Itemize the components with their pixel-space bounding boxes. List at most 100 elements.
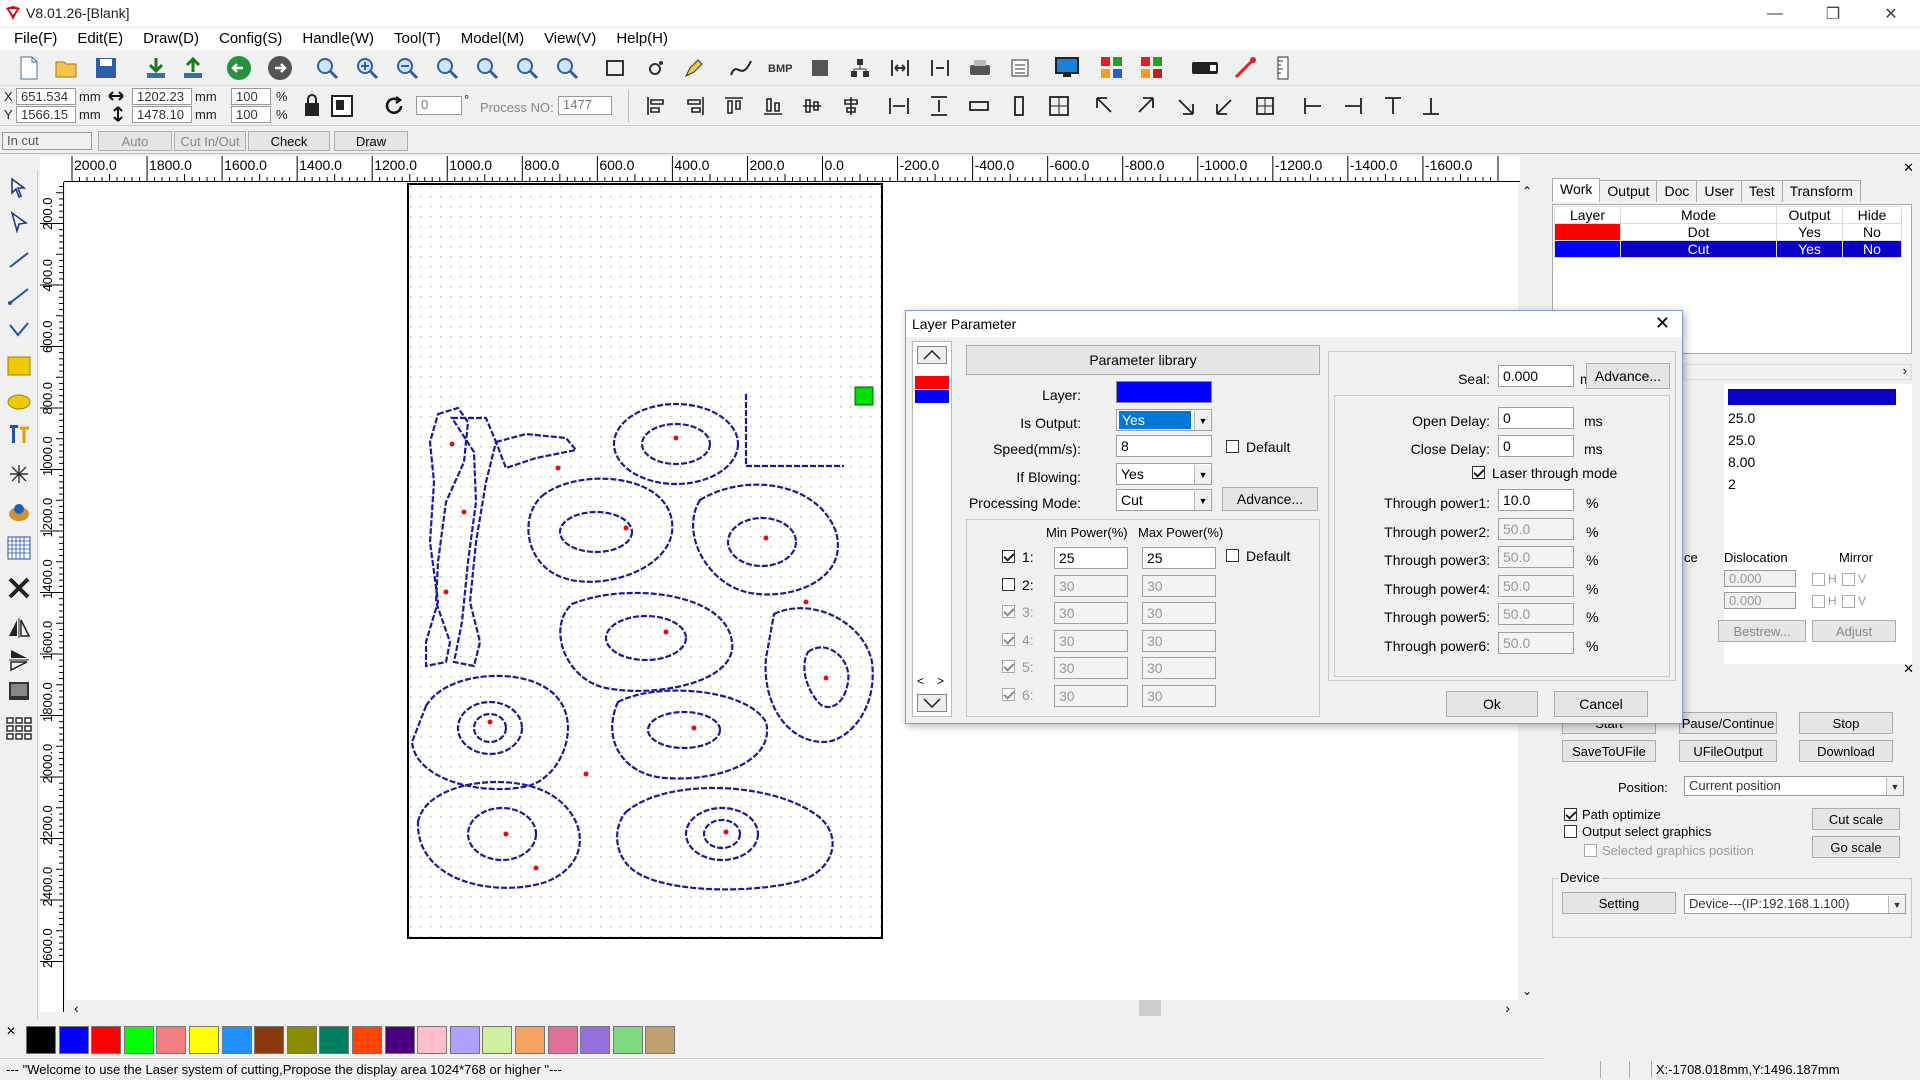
mirror-v2-checkbox[interactable] (1842, 595, 1855, 608)
layer-next-icon[interactable]: > (937, 674, 944, 688)
palette-swatch[interactable] (286, 1026, 317, 1054)
chevron-down-icon[interactable]: ▼ (1194, 491, 1211, 510)
layer-up-icon[interactable] (917, 346, 947, 364)
bitmap-icon[interactable]: BMP (765, 54, 795, 82)
restore-icon[interactable]: ❐ (1804, 0, 1862, 28)
polyline-tool-icon[interactable] (5, 282, 33, 310)
width-percent-input[interactable]: 100 (231, 88, 271, 105)
power-3-min-input[interactable]: 30 (1054, 602, 1128, 624)
path-optimize-checkbox[interactable] (1564, 808, 1577, 821)
position-select[interactable]: Current position ▼ (1684, 776, 1904, 796)
align-top-icon[interactable] (723, 95, 745, 117)
through-power-5-input[interactable]: 50.0 (1498, 603, 1574, 626)
mirror-h-icon[interactable] (5, 614, 33, 642)
mirror-h-checkbox[interactable] (1812, 573, 1825, 586)
is-output-select[interactable]: Yes ▼ (1116, 409, 1212, 431)
menu-config[interactable]: Config(S) (209, 28, 292, 50)
array-tool-icon[interactable] (5, 714, 33, 742)
export-icon[interactable] (178, 54, 208, 82)
through-power-2-input[interactable]: 50.0 (1498, 517, 1574, 540)
power-4-checkbox[interactable] (1002, 632, 1015, 646)
dislocation-x-input[interactable]: 0.000 (1724, 570, 1796, 587)
power-2-min-input[interactable]: 30 (1054, 574, 1128, 597)
height-percent-input[interactable]: 100 (231, 106, 271, 123)
palette-swatch[interactable] (612, 1026, 643, 1054)
check-button[interactable]: Check (248, 131, 330, 151)
fill-icon[interactable] (805, 54, 835, 82)
chevron-down-icon[interactable]: ▼ (1194, 411, 1211, 430)
mirror-v-checkbox[interactable] (1842, 573, 1855, 586)
auto-button[interactable]: Auto (98, 131, 172, 151)
text-tool-icon[interactable] (5, 420, 33, 448)
palette-swatch[interactable] (156, 1026, 187, 1054)
mirror-v-icon[interactable] (5, 646, 33, 674)
x-position-input[interactable]: 651.534 (16, 88, 76, 105)
chevron-down-icon[interactable]: ▼ (1888, 896, 1905, 913)
align-vcenter-icon[interactable] (840, 95, 862, 117)
move-top-right-icon[interactable] (1134, 95, 1156, 117)
move-left-icon[interactable] (1302, 95, 1324, 117)
seal-advance-button[interactable]: Advance... (1586, 363, 1670, 389)
align-bottom-icon[interactable] (762, 95, 784, 117)
zoom-page-icon[interactable] (472, 54, 502, 82)
zoom-all-icon[interactable] (512, 54, 542, 82)
same-size-icon[interactable] (1048, 95, 1070, 117)
frame-icon[interactable] (600, 54, 630, 82)
setting-button[interactable]: Setting (1562, 892, 1676, 914)
power-1-max-input[interactable]: 25 (1142, 547, 1216, 569)
power-1-min-input[interactable]: 25 (1054, 547, 1128, 569)
layer-table[interactable]: Layer Mode Output Hide Dot Yes No Cut Ye… (1554, 206, 1902, 258)
cut-inout-button[interactable]: Cut In/Out (174, 131, 246, 151)
power-4-max-input[interactable]: 30 (1142, 629, 1216, 652)
table-row[interactable]: Cut Yes No (1554, 240, 1902, 258)
palette-swatch[interactable] (547, 1026, 578, 1054)
spacing-icon[interactable] (885, 54, 915, 82)
palette-swatch[interactable] (352, 1026, 382, 1054)
menu-draw[interactable]: Draw(D) (133, 28, 209, 50)
dislocation-y-input[interactable]: 0.000 (1724, 592, 1796, 609)
adjust-button[interactable]: Adjust (1812, 620, 1896, 642)
stop-button[interactable]: Stop (1799, 712, 1893, 734)
menu-handle[interactable]: Handle(W) (292, 28, 384, 50)
draw-button[interactable]: Draw (334, 131, 408, 151)
width-icon[interactable] (925, 54, 955, 82)
cut-mode-select[interactable]: In cut (2, 132, 92, 150)
tab-test[interactable]: Test (1740, 180, 1783, 202)
mode-advance-button[interactable]: Advance... (1222, 487, 1318, 511)
group-icon[interactable] (845, 54, 875, 82)
save-to-file-button[interactable]: SaveToUFile (1562, 740, 1656, 762)
move-bottom-left-icon[interactable] (1214, 95, 1236, 117)
curve-icon[interactable] (726, 54, 756, 82)
undo-icon[interactable] (224, 54, 254, 82)
palette-swatch[interactable] (449, 1026, 480, 1054)
layer-hide[interactable]: No (1842, 240, 1902, 258)
speed-default-checkbox[interactable] (1226, 440, 1239, 453)
power-6-max-input[interactable]: 30 (1142, 684, 1216, 707)
delete-tool-icon[interactable] (5, 574, 33, 602)
layer-hide[interactable]: No (1842, 223, 1902, 241)
node-select-icon[interactable] (5, 208, 33, 236)
rotate-angle-input[interactable]: 0 (416, 96, 462, 115)
panel2-close-icon[interactable]: ✕ (1903, 661, 1914, 677)
chevron-down-icon[interactable]: ▼ (1194, 465, 1211, 484)
move-bottom-right-icon[interactable] (1174, 95, 1196, 117)
output-select-checkbox[interactable] (1564, 825, 1577, 838)
zoom-plus-icon[interactable] (352, 54, 382, 82)
height-input[interactable]: 1478.10 (132, 106, 192, 123)
through-power-1-input[interactable]: 10.0 (1498, 489, 1574, 511)
parameter-library-button[interactable]: Parameter library (966, 345, 1320, 375)
import-icon[interactable] (141, 54, 171, 82)
go-scale-button[interactable]: Go scale (1812, 836, 1900, 858)
device-select[interactable]: Device---(IP:192.168.1.100) ▼ (1684, 894, 1906, 914)
power-5-checkbox[interactable] (1002, 660, 1015, 673)
tab-work[interactable]: Work (1552, 178, 1601, 202)
palette-swatch[interactable] (580, 1026, 611, 1054)
zoom-in-icon[interactable] (312, 54, 342, 82)
processing-mode-select[interactable]: Cut ▼ (1116, 489, 1212, 511)
ufile-output-button[interactable]: UFileOutput (1679, 740, 1777, 762)
zoom-window-icon[interactable] (432, 54, 462, 82)
palette-swatch[interactable] (254, 1026, 285, 1054)
palette-swatch[interactable] (91, 1026, 122, 1054)
palette-swatch[interactable] (645, 1026, 676, 1054)
rectangle-tool-icon[interactable] (5, 352, 33, 380)
